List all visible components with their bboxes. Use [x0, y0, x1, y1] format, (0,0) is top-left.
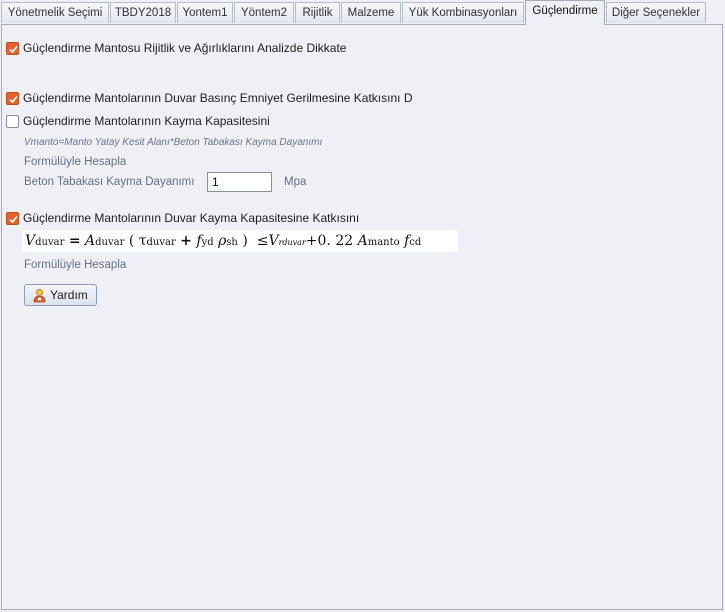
tab-rijitlik[interactable]: Rijitlik	[295, 2, 340, 23]
compressive-stress-label[interactable]: Güçlendirme Mantolarının Duvar Basınç Em…	[23, 91, 412, 105]
tab-tbdy2018[interactable]: TBDY2018	[110, 2, 176, 23]
shear-capacity-label[interactable]: Güçlendirme Mantolarının Kayma Kapasites…	[23, 114, 270, 128]
tab-yuk-kombinasyonlari[interactable]: Yük Kombinasyonları	[402, 2, 524, 23]
formula-plus: +	[305, 233, 318, 249]
tab-yontem2[interactable]: Yöntem2	[234, 2, 294, 23]
compressive-stress-checkbox[interactable]	[6, 92, 19, 105]
check-icon	[9, 95, 18, 104]
formula-sub-manto: manto	[367, 237, 400, 248]
tab-yonetmelik-secimi[interactable]: Yönetmelik Seçimi	[1, 2, 109, 23]
help-button-label: Yardım	[50, 288, 88, 302]
formula-lparen: (	[128, 233, 135, 249]
check-icon	[9, 215, 18, 224]
formula-v: V	[268, 233, 279, 249]
formula-v: V	[25, 233, 36, 249]
formula-le: ≤	[256, 233, 269, 249]
wall-shear-contribution-label[interactable]: Güçlendirme Mantolarının Duvar Kayma Kap…	[23, 211, 359, 225]
help-person-icon	[33, 288, 46, 303]
formula-rparen: )	[242, 233, 248, 249]
formula-equals: =	[68, 233, 81, 249]
shear-formula-caption: Formülüyle Hesapla	[24, 156, 127, 168]
help-button[interactable]: Yardım	[24, 284, 97, 306]
concrete-shear-strength-label: Beton Tabakası Kayma Dayanımı	[24, 176, 195, 188]
formula-sub-duvar: duvar	[35, 237, 65, 248]
shear-capacity-checkbox[interactable]	[6, 115, 19, 128]
formula-a: A	[85, 233, 96, 249]
shear-formula-note: Vmanto=Manto Yatay Kesit Alanı*Beton Tab…	[24, 137, 323, 148]
formula-sub-sh: sh	[226, 237, 238, 248]
concrete-shear-strength-input[interactable]	[207, 172, 272, 192]
rigidity-weight-checkbox[interactable]	[6, 42, 19, 55]
formula-a: A	[357, 233, 368, 249]
tab-yontem1[interactable]: Yontem1	[177, 2, 233, 23]
formula-sub-rduvar: rduvar	[278, 238, 306, 247]
formula-sub-duvar: duvar	[146, 237, 176, 248]
check-icon	[9, 45, 18, 54]
tab-malzeme[interactable]: Malzeme	[341, 2, 401, 23]
formula-sub-duvar: duvar	[95, 237, 125, 248]
rigidity-weight-label[interactable]: Güçlendirme Mantosu Rijitlik ve Ağırlıkl…	[23, 41, 346, 55]
tab-panel	[1, 24, 723, 610]
formula-caption: Formülüyle Hesapla	[24, 259, 127, 271]
wall-shear-contribution-checkbox[interactable]	[6, 212, 19, 225]
formula-coefficient: 0. 22	[317, 233, 354, 249]
formula-sub-cd: cd	[409, 237, 422, 248]
tab-guclendirme[interactable]: Güçlendirme	[525, 0, 605, 25]
formula-sub-yd: yd	[201, 237, 214, 248]
tab-diger-secenekler[interactable]: Diğer Seçenekler	[606, 2, 706, 23]
unit-label: Mpa	[284, 176, 307, 188]
tab-bar: Yönetmelik Seçimi TBDY2018 Yontem1 Yönte…	[0, 0, 725, 25]
shear-contribution-formula: Vduvar = Aduvar ( τduvar + fyd ρsh ) ≤Vr…	[22, 230, 458, 252]
formula-plus: +	[180, 233, 192, 249]
